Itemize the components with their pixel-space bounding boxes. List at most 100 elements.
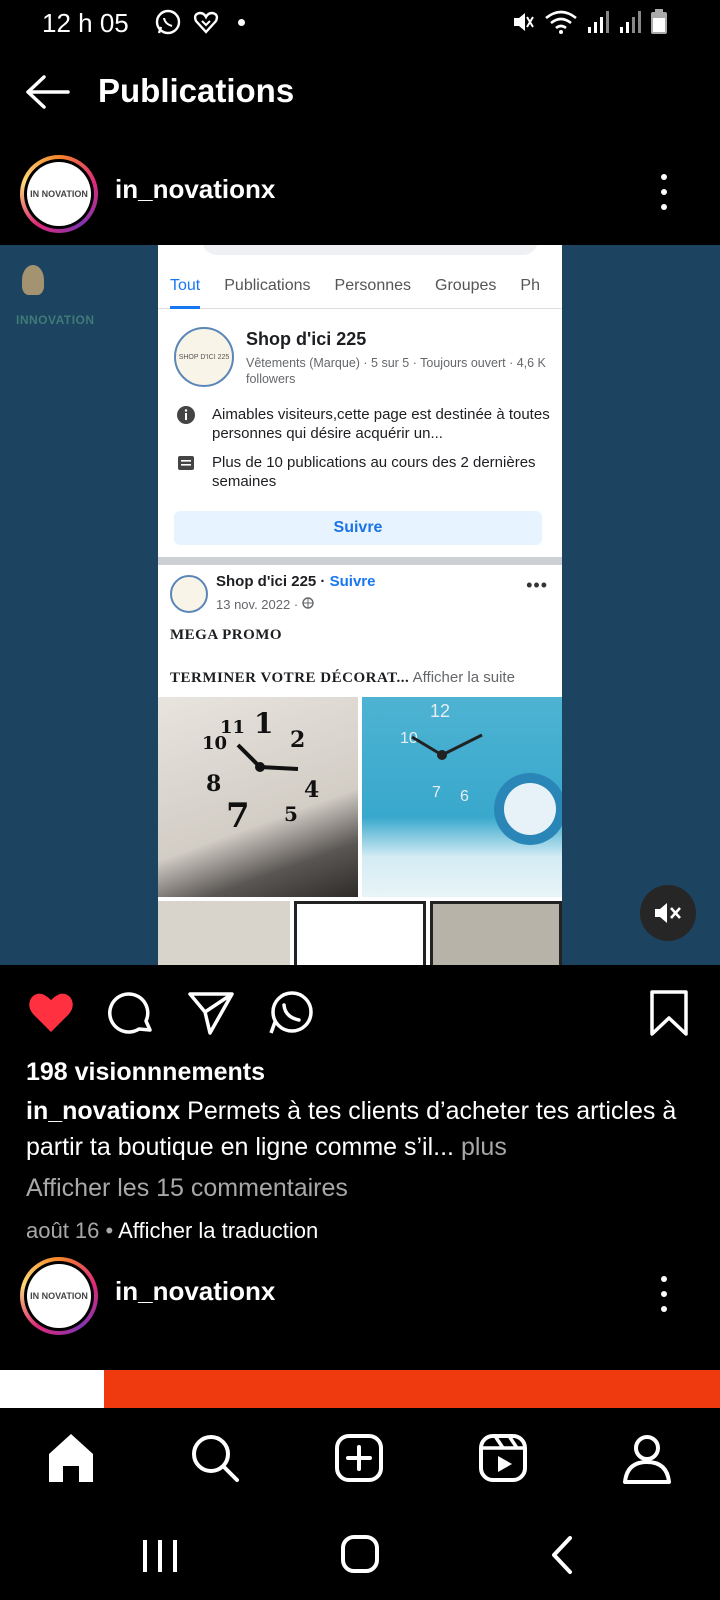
fb-post-date-line: 13 nov. 2022 · — [216, 597, 314, 612]
more-options-icon[interactable] — [658, 174, 670, 210]
clock-photo-3 — [158, 901, 290, 965]
avatar[interactable]: IN NOVATION — [20, 155, 98, 233]
post-actions — [0, 988, 720, 1040]
clock-photo-2: 12 10 7 6 — [362, 697, 562, 897]
heart-shield-icon — [193, 11, 219, 34]
fb-search-bar — [202, 245, 538, 255]
fb-tab: Groupes — [435, 277, 497, 294]
whatsapp-share-icon[interactable] — [266, 988, 316, 1038]
fb-page-meta: Vêtements (Marque) · 5 sur 5 · Toujours … — [246, 356, 546, 386]
clock-photo-1: 11 1 2 10 8 4 7 5 — [158, 697, 358, 897]
brand-logo: INNOVATION — [8, 265, 108, 327]
signal-2-icon — [620, 11, 641, 33]
views-count: 198 visionnnements — [26, 1058, 265, 1086]
fb-info-posts: Plus de 10 publications au cours des 2 d… — [212, 454, 536, 490]
translate-link[interactable]: Afficher la traduction — [118, 1218, 318, 1243]
post-username[interactable]: in_novationx — [115, 1276, 275, 1307]
svg-text:5: 5 — [284, 802, 298, 826]
post-media[interactable]: INNOVATION Tout Publications Personnes G… — [0, 245, 720, 965]
status-time: 12 h 05 — [42, 8, 129, 38]
home-icon[interactable] — [43, 1430, 99, 1486]
fb-tab: Personnes — [334, 277, 412, 294]
status-bar: 12 h 05 — [0, 0, 720, 48]
clock-photo-5 — [430, 901, 562, 965]
post-date: août 16 — [26, 1218, 100, 1243]
notification-dot-icon — [238, 18, 245, 26]
fb-promo-line: TERMINER VOTRE DÉCORAT... — [170, 670, 410, 686]
fb-tab: Tout — [170, 271, 201, 309]
wifi-icon — [545, 10, 577, 34]
bookmark-icon[interactable] — [644, 988, 694, 1038]
avatar-logo: IN NOVATION — [27, 162, 91, 226]
facebook-screenshot: Tout Publications Personnes Groupes Ph S… — [158, 245, 562, 965]
post-username[interactable]: in_novationx — [115, 174, 275, 205]
fb-page-name: Shop d'ici 225 — [246, 329, 367, 349]
fb-tabs: Tout Publications Personnes Groupes Ph — [158, 271, 562, 309]
whatsapp-icon — [155, 9, 181, 35]
avatar-logo: IN NOVATION — [27, 1264, 91, 1328]
search-icon[interactable] — [187, 1430, 243, 1486]
fb-info-about: Aimables visiteurs,cette page est destin… — [212, 406, 550, 442]
fb-post-header: Shop d'ici 225 · Suivre 13 nov. 2022 · •… — [158, 569, 562, 629]
more-options-icon[interactable] — [658, 1276, 670, 1312]
page-title: Publications — [98, 72, 295, 109]
fb-post-author-line: Shop d'ici 225 · Suivre — [216, 573, 376, 590]
fb-more-icon: ••• — [526, 575, 548, 595]
fb-tab: Ph — [520, 277, 540, 294]
home-button-icon[interactable] — [330, 1530, 390, 1580]
comment-icon[interactable] — [106, 988, 156, 1038]
posts-icon — [178, 456, 194, 470]
lightbulb-icon — [22, 265, 44, 295]
svg-text:12: 12 — [430, 701, 450, 721]
fb-post-avatar — [170, 575, 208, 613]
back-arrow-icon[interactable] — [24, 74, 72, 110]
fb-post-date: 13 nov. 2022 · — [216, 597, 299, 612]
fb-promo-text: TERMINER VOTRE DÉCORAT... Afficher la su… — [170, 669, 515, 687]
svg-text:1: 1 — [254, 707, 273, 740]
next-post-logo-strip — [0, 1370, 104, 1408]
fb-show-more: Afficher la suite — [412, 669, 515, 686]
fb-page-avatar: SHOP D'ICI 225 — [174, 327, 234, 387]
post-header: IN NOVATION in_novationx — [0, 148, 720, 238]
fb-post-follow: Suivre — [329, 573, 376, 590]
next-post-media[interactable] — [0, 1370, 720, 1408]
view-comments-link[interactable]: Afficher les 15 commentaires — [26, 1174, 348, 1203]
fb-post-author: Shop d'ici 225 — [216, 573, 317, 590]
reels-icon[interactable] — [475, 1430, 531, 1486]
post-caption: in_novationx Permets à tes clients d’ach… — [26, 1093, 706, 1165]
share-icon[interactable] — [186, 988, 236, 1038]
fb-tab: Publications — [224, 277, 311, 294]
info-icon — [177, 406, 195, 424]
svg-text:8: 8 — [206, 771, 221, 797]
avatar[interactable]: IN NOVATION — [20, 1257, 98, 1335]
signal-icon — [588, 11, 609, 33]
caption-more-link[interactable]: plus — [461, 1133, 507, 1161]
system-nav-bar — [0, 1508, 720, 1600]
fb-divider — [158, 557, 562, 565]
fb-page-card: SHOP D'ICI 225 Shop d'ici 225 Vêtements … — [158, 309, 562, 549]
svg-text:6: 6 — [460, 788, 469, 805]
battery-icon — [651, 9, 667, 34]
svg-text:4: 4 — [304, 777, 319, 803]
caption-username[interactable]: in_novationx — [26, 1097, 180, 1125]
like-heart-icon[interactable] — [26, 988, 76, 1038]
mute-button[interactable] — [640, 885, 696, 941]
create-post-icon[interactable] — [331, 1430, 387, 1486]
recent-apps-icon[interactable] — [130, 1530, 190, 1580]
top-bar: Publications — [0, 60, 720, 124]
volume-muted-icon — [655, 903, 681, 923]
profile-icon[interactable] — [619, 1430, 675, 1486]
post-date-row: août 16 • Afficher la traduction — [26, 1218, 319, 1243]
clock-photo-4 — [294, 901, 426, 965]
mute-status-icon — [514, 13, 534, 31]
svg-text:7: 7 — [226, 796, 250, 836]
fb-follow-button: Suivre — [174, 511, 542, 545]
svg-text:7: 7 — [432, 784, 441, 801]
svg-text:10: 10 — [202, 733, 227, 754]
svg-text:2: 2 — [290, 727, 305, 753]
back-button-icon[interactable] — [532, 1530, 592, 1580]
fb-promo-title: MEGA PROMO — [170, 627, 283, 643]
bottom-nav — [0, 1408, 720, 1508]
next-post-header: IN NOVATION in_novationx — [0, 1250, 720, 1340]
globe-icon — [302, 597, 314, 609]
